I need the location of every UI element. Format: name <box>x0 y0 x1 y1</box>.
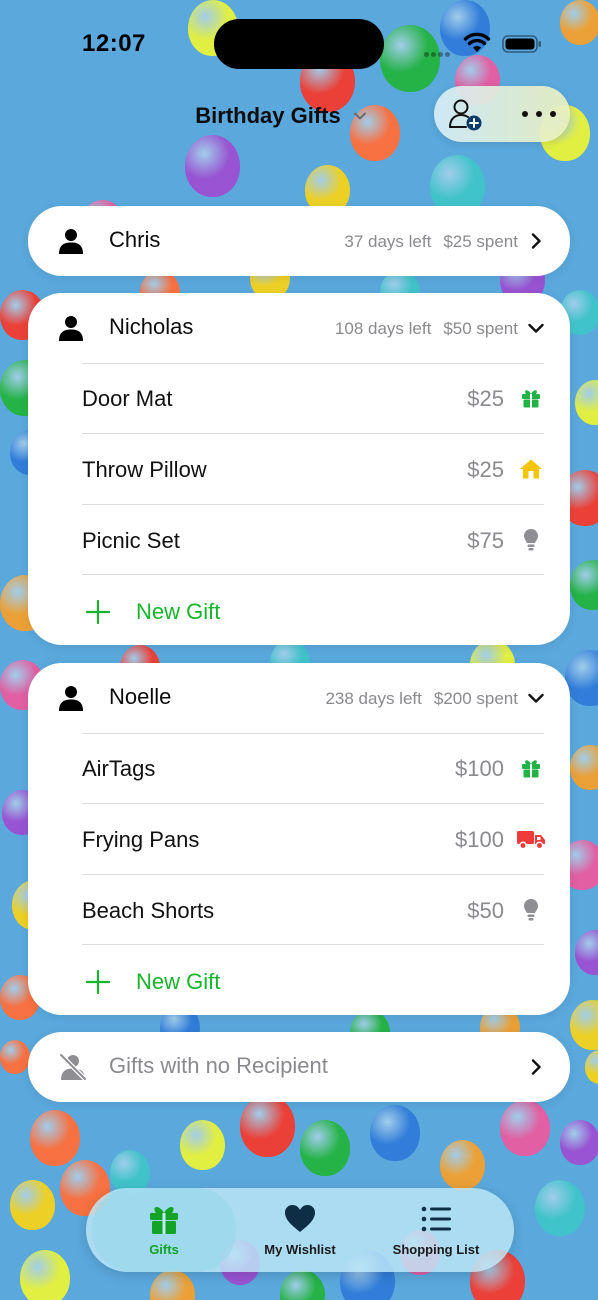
chevron-down-icon <box>353 112 366 120</box>
recipient-meta: 37 days left $25 spent <box>344 232 518 252</box>
tab-label: Shopping List <box>392 1242 480 1257</box>
no-recipient-card: Gifts with no Recipient <box>28 1032 570 1102</box>
tab-label: My Wishlist <box>264 1242 336 1257</box>
tab-bar: Gifts My Wishlist Shopping List <box>86 1188 514 1272</box>
gift-price: $100 <box>455 756 504 781</box>
header-actions <box>434 86 570 142</box>
wifi-icon <box>463 32 491 52</box>
recipient-meta: 108 days left $50 spent <box>335 319 518 339</box>
status-time: 12:07 <box>82 30 146 57</box>
recipient-header-row[interactable]: Noelle 238 days left $200 spent <box>28 663 570 733</box>
cellular-signal-icon <box>424 44 460 57</box>
lightbulb-icon <box>518 898 544 922</box>
truck-icon <box>516 827 546 851</box>
gift-name: Picnic Set <box>82 528 180 553</box>
list-title-menu[interactable]: Birthday Gifts <box>195 98 366 134</box>
dynamic-island <box>214 19 384 69</box>
status-bar: 12:07 <box>0 0 598 90</box>
recipient-card-nicholas: Nicholas 108 days left $50 spent Door Mat… <box>28 293 570 645</box>
balloon-background <box>0 0 598 1300</box>
new-gift-label: New Gift <box>136 969 221 994</box>
page-title: Birthday Gifts <box>195 103 341 128</box>
new-gift-label: New Gift <box>136 599 221 624</box>
days-left: 108 days left <box>334 319 432 338</box>
gift-row[interactable]: Throw Pillow $25 <box>28 434 570 505</box>
chevron-down-icon <box>528 323 544 333</box>
gift-price: $100 <box>455 827 504 852</box>
gift-icon <box>150 1206 178 1234</box>
no-recipient-row[interactable]: Gifts with no Recipient <box>28 1032 570 1102</box>
plus-icon <box>86 970 110 994</box>
gift-name: Beach Shorts <box>82 898 215 923</box>
chevron-down-icon <box>528 693 544 703</box>
person-icon <box>59 229 83 254</box>
gift-name: Frying Pans <box>82 827 200 852</box>
tab-shopping-list[interactable]: Shopping List <box>364 1188 508 1272</box>
recipient-meta: 238 days left $200 spent <box>325 689 518 709</box>
amount-spent: $50 spent <box>443 319 518 338</box>
gift-name: Throw Pillow <box>82 457 207 482</box>
gift-row[interactable]: AirTags $100 <box>28 733 570 804</box>
days-left: 238 days left <box>325 689 422 708</box>
chevron-right-icon <box>531 1059 541 1075</box>
house-icon <box>518 457 544 481</box>
recipient-card-noelle: Noelle 238 days left $200 spent AirTags $… <box>28 663 570 1015</box>
tab-label: Gifts <box>149 1242 179 1257</box>
person-icon <box>59 686 83 711</box>
days-left: 37 days left <box>344 232 432 251</box>
recipient-header-row[interactable]: Nicholas 108 days left $50 spent <box>28 293 570 363</box>
lightbulb-icon <box>518 528 544 552</box>
recipient-card-chris: Chris 37 days left $25 spent <box>28 206 570 276</box>
person-slash-icon <box>58 1052 88 1082</box>
person-icon <box>59 316 83 341</box>
no-recipient-label: Gifts with no Recipient <box>109 1053 328 1078</box>
amount-spent: $25 spent <box>443 232 518 251</box>
heart-icon <box>285 1205 315 1232</box>
battery-icon <box>502 35 541 53</box>
amount-spent: $200 spent <box>433 689 518 708</box>
gift-row[interactable]: Frying Pans $100 <box>28 804 570 875</box>
gift-price: $25 <box>467 457 504 482</box>
gift-name: AirTags <box>82 756 156 781</box>
gift-row[interactable]: Door Mat $25 <box>28 363 570 434</box>
tab-my-wishlist[interactable]: My Wishlist <box>236 1188 364 1272</box>
recipient-name: Noelle <box>109 684 172 709</box>
recipient-header-row[interactable]: Chris 37 days left $25 spent <box>28 206 570 276</box>
gift-price: $25 <box>467 386 504 411</box>
list-icon <box>421 1206 451 1232</box>
more-options-button[interactable] <box>522 106 556 122</box>
new-gift-button[interactable]: New Gift <box>28 576 570 646</box>
new-gift-button[interactable]: New Gift <box>28 946 570 1016</box>
chevron-right-icon <box>531 233 541 249</box>
tab-gifts[interactable]: Gifts <box>92 1188 236 1272</box>
plus-icon <box>86 600 110 624</box>
gift-icon <box>518 756 544 780</box>
recipient-name: Chris <box>109 227 161 252</box>
person-add-icon[interactable] <box>448 98 484 132</box>
gift-name: Door Mat <box>82 386 173 411</box>
gift-icon <box>518 386 544 410</box>
gift-row[interactable]: Picnic Set $75 <box>28 505 570 576</box>
gift-price: $75 <box>467 528 504 553</box>
gift-row[interactable]: Beach Shorts $50 <box>28 875 570 946</box>
ellipsis-icon <box>522 111 528 117</box>
recipient-name: Nicholas <box>109 314 194 339</box>
gift-price: $50 <box>467 898 504 923</box>
